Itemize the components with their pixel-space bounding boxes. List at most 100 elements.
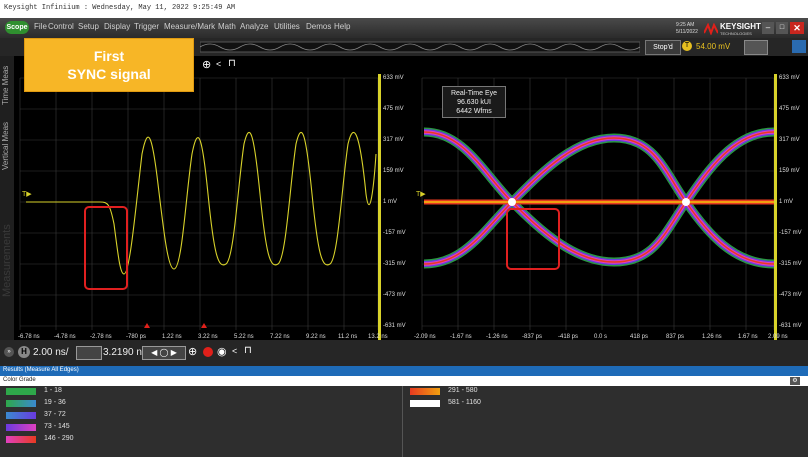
right-ytick: 633 mV (779, 75, 800, 81)
eye-diagram (423, 127, 775, 269)
legend-divider (402, 386, 403, 457)
title-text: Keysight Infiniium : Wednesday, May 11, … (4, 4, 236, 12)
menu-utilities[interactable]: Utilities (274, 22, 300, 31)
position-nav-buttons[interactable]: ◀ ◯ ▶ (142, 346, 186, 360)
legend-range: 19 - 36 (44, 399, 66, 406)
maximize-button[interactable]: □ (776, 22, 788, 34)
left-ytick: -315 mV (383, 261, 406, 267)
title-bar: Keysight Infiniium : Wednesday, May 11, … (0, 0, 808, 19)
results-title: Results (Measure All Edges) (3, 367, 79, 373)
right-ytick: -631 mV (779, 323, 802, 329)
menu-control[interactable]: Control (48, 22, 74, 31)
waveform-graphics: T▶ T▶ (19, 74, 777, 340)
back-icon[interactable]: < (232, 346, 237, 356)
menu-setup[interactable]: Setup (78, 22, 99, 31)
horizontal-h-icon[interactable]: H (18, 346, 30, 358)
legend-swatch (6, 436, 36, 443)
time-position[interactable]: 3.2190 ns (103, 347, 147, 358)
right-scale-bar (774, 74, 777, 340)
legend-swatch (410, 400, 440, 407)
record-icon[interactable] (203, 347, 213, 357)
eye-info-box: Real-Time Eye 96.630 kUI 6442 Wfms (442, 86, 506, 118)
time-ref-marker-1 (144, 323, 150, 328)
legend-swatch (6, 424, 36, 431)
legend-swatch (6, 388, 36, 395)
left-ytick: 475 mV (383, 106, 404, 112)
legend-range: 1 - 18 (44, 387, 62, 394)
clock-date: 5/11/2022 (676, 29, 698, 35)
expand-icon[interactable]: » (4, 347, 14, 357)
sync-waveform-trace (26, 132, 377, 275)
right-ytick: 159 mV (779, 168, 800, 174)
brand-area: 9:25 AM 5/11/2022 KEYSIGHT TECHNOLOGIES … (676, 20, 808, 38)
legend-swatch (6, 400, 36, 407)
right-ytick: 475 mV (779, 106, 800, 112)
menu-file[interactable]: File (34, 22, 47, 31)
horizontal-zoom-icon[interactable]: ⊕ (188, 345, 197, 358)
right-ytick: 317 mV (779, 137, 800, 143)
brand-sub: TECHNOLOGIES (720, 31, 752, 36)
menu-math[interactable]: Math (218, 22, 236, 31)
menu-help[interactable]: Help (334, 22, 350, 31)
legend-swatch (6, 412, 36, 419)
legend-range: 146 - 290 (44, 435, 74, 442)
legend-row: 37 - 72 (0, 410, 400, 422)
time-scale[interactable]: 2.00 ns/ (33, 347, 69, 358)
tab-time-meas[interactable]: Time Meas (1, 60, 13, 110)
close-icon[interactable]: ✕ (790, 22, 804, 34)
run-stop-status[interactable]: Stop'd (645, 40, 681, 55)
menu-analyze[interactable]: Analyze (240, 22, 268, 31)
highlight-box-right (506, 208, 560, 270)
left-ytick: 1 mV (383, 199, 398, 205)
legend-range: 291 - 580 (448, 387, 478, 394)
marker-icon[interactable]: ⊓ (228, 58, 236, 69)
flag-icon[interactable]: ⊓ (244, 345, 252, 356)
sync-callout: First SYNC signal (24, 38, 194, 92)
left-grid (19, 77, 379, 330)
legend-row: 73 - 145 (0, 422, 400, 434)
eye-title: Real-Time Eye (450, 90, 498, 97)
measurements-watermark: Measurements (1, 224, 13, 298)
minimize-button[interactable]: – (762, 22, 774, 34)
menu-demos[interactable]: Demos (306, 22, 331, 31)
time-ref-marker-2 (201, 323, 207, 328)
channel-button[interactable] (792, 40, 806, 53)
legend-range: 581 - 1160 (448, 399, 481, 406)
trigger-icon[interactable]: T (682, 41, 692, 51)
tab-vertical-meas[interactable]: Vertical Meas (1, 116, 13, 176)
menu-measure-mark[interactable]: Measure/Mark (164, 22, 215, 31)
scope-button[interactable]: Scope (5, 21, 29, 34)
left-ytick: -631 mV (383, 323, 406, 329)
share-icon[interactable]: < (216, 59, 221, 69)
horizontal-controls: » H 2.00 ns/ 3.2190 ns ◀ ◯ ▶ ⊕ ◉ < ⊓ (0, 340, 808, 366)
menu-trigger[interactable]: Trigger (134, 22, 159, 31)
display-mode-button[interactable] (744, 40, 768, 55)
color-grade-title: Color Grade (3, 377, 36, 383)
sidebar: Time Meas Vertical Meas Measurements (0, 56, 14, 340)
right-ytick: 1 mV (779, 199, 794, 205)
settings-dial-icon[interactable]: ◉ (217, 345, 227, 358)
trigger-marker-right: T▶ (416, 191, 426, 198)
legend-row: 146 - 290 (0, 434, 400, 446)
trigger-level[interactable]: 54.00 mV (696, 42, 730, 51)
menu-display[interactable]: Display (104, 22, 130, 31)
left-ytick: -157 mV (383, 230, 406, 236)
scale-knob-button[interactable] (76, 346, 102, 360)
legend-row: 1 - 18 (0, 386, 400, 398)
color-grade-legend: 1 - 18 19 - 36 37 - 72 73 - 145 146 - 29… (0, 386, 808, 457)
zoom-icon[interactable]: ⊕ (202, 58, 211, 71)
callout-line-1: First (93, 48, 125, 64)
right-ytick: -473 mV (779, 292, 802, 298)
results-bar[interactable]: Results (Measure All Edges) (0, 366, 808, 376)
brand-name: KEYSIGHT (720, 22, 761, 31)
left-ytick: 633 mV (383, 75, 404, 81)
left-ytick: 159 mV (383, 168, 404, 174)
left-scale-bar (378, 74, 381, 340)
legend-range: 73 - 145 (44, 423, 70, 430)
settings-icon[interactable]: ⚙ (790, 377, 800, 385)
waveform-overview-strip (200, 41, 640, 53)
legend-range: 37 - 72 (44, 411, 66, 418)
left-ytick: 317 mV (383, 137, 404, 143)
trigger-marker-left: T▶ (22, 191, 32, 198)
legend-row: 19 - 36 (0, 398, 400, 410)
